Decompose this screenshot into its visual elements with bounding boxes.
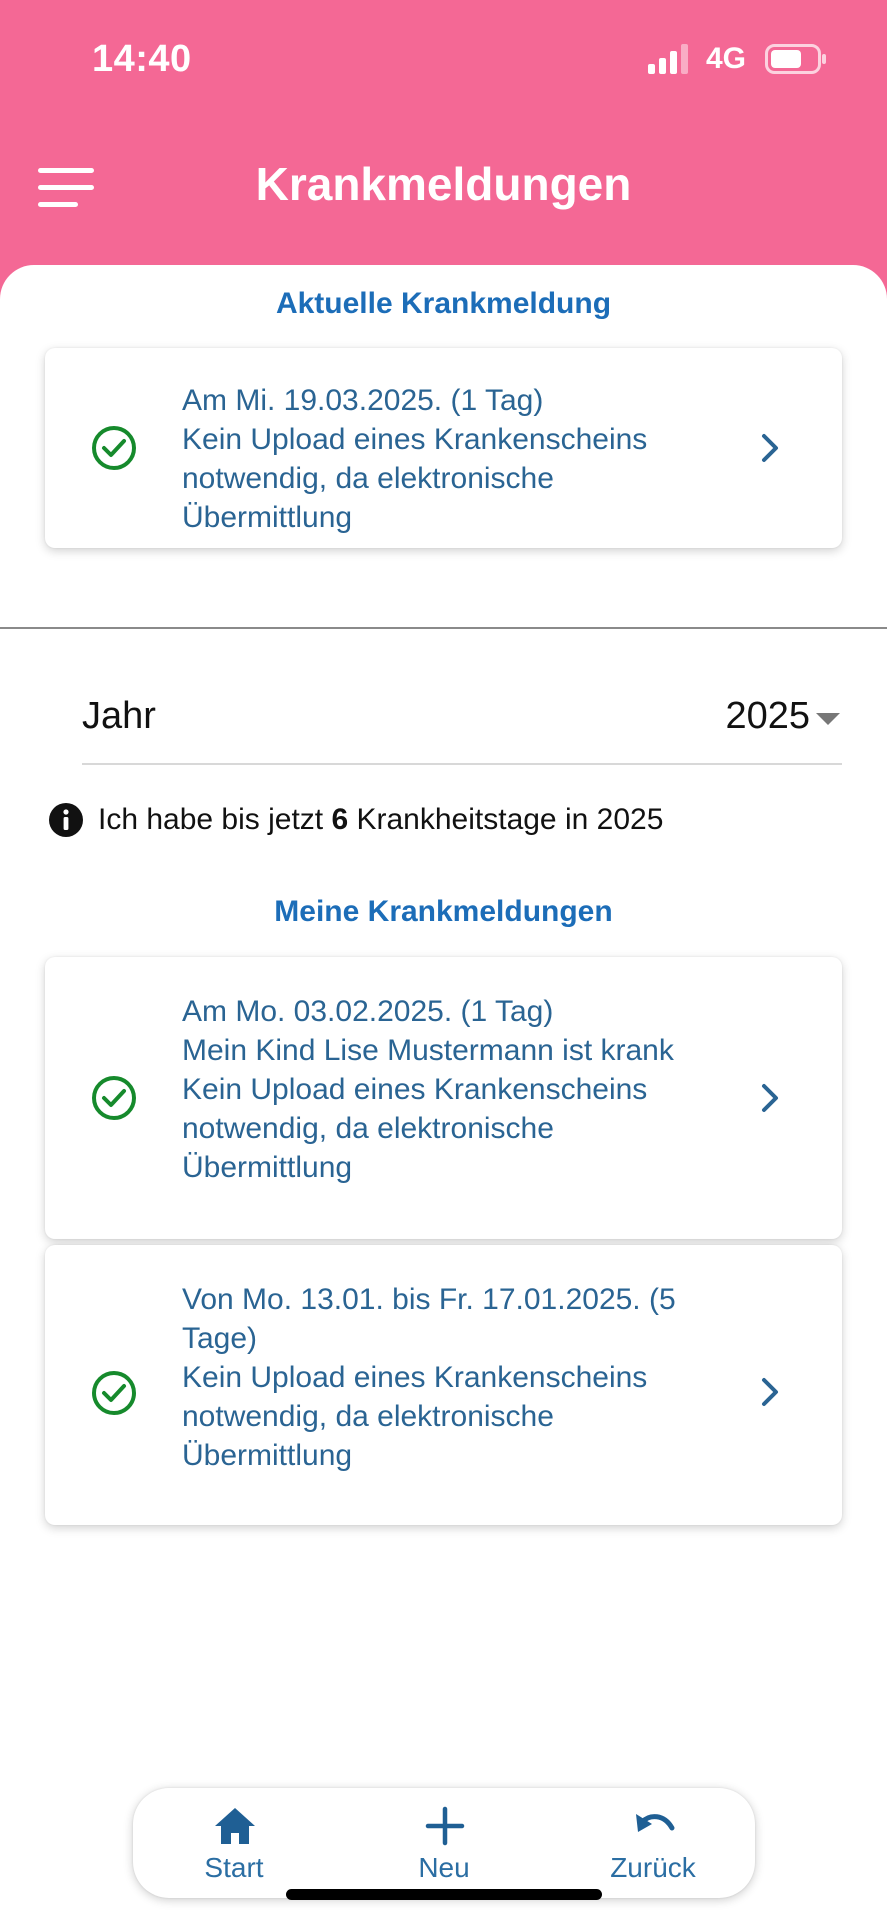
battery-icon [765, 44, 826, 74]
sick-days-count: 6 [331, 803, 349, 836]
info-prefix: Ich habe bis jetzt [98, 803, 332, 836]
sick-note-line: Übermittlung [182, 1151, 353, 1184]
status-bar: 14:40 4G [0, 0, 887, 120]
home-icon [215, 1808, 255, 1844]
sick-days-text: Ich habe bis jetzt 6 Krankheitstage in 2… [98, 803, 663, 837]
undo-icon [636, 1814, 675, 1832]
sick-note-line: Von Mo. 13.01. bis Fr. 17.01.2025. (5 [182, 1283, 676, 1316]
nav-back-label: Zurück [610, 1852, 696, 1883]
nav-new-label: Neu [418, 1852, 470, 1883]
sick-note-card[interactable]: Von Mo. 13.01. bis Fr. 17.01.2025. (5 Ta… [45, 1245, 842, 1525]
section-divider [0, 627, 887, 629]
sick-note-line: Kein Upload eines Krankenscheins [182, 423, 648, 456]
network-type: 4G [706, 42, 747, 75]
bottom-navigation: Start Neu Zurück [133, 1788, 755, 1898]
nav-new-button[interactable]: Neu [354, 1788, 534, 1898]
check-circle-icon [92, 1076, 136, 1120]
app-header: 14:40 4G Krankmeldungen [0, 0, 887, 300]
sick-note-line: Übermittlung [182, 1439, 353, 1472]
check-circle-icon [92, 1371, 136, 1415]
sick-note-line: notwendig, da elektronische [182, 462, 554, 495]
sick-note-line: Übermittlung [182, 501, 353, 534]
info-icon [49, 803, 83, 837]
check-circle-icon [92, 426, 136, 470]
chevron-right-icon [762, 1378, 778, 1406]
current-sick-note-heading: Aktuelle Krankmeldung [275, 287, 612, 320]
info-suffix: Krankheitstage in 2025 [348, 803, 664, 836]
year-select[interactable]: 2025 [725, 695, 810, 738]
sick-note-line: Am Mo. 03.02.2025. (1 Tag) [182, 995, 554, 1028]
status-time: 14:40 [92, 38, 192, 80]
year-filter[interactable]: Jahr 2025 [82, 675, 842, 765]
sick-note-line: Am Mi. 19.03.2025. (1 Tag) [182, 384, 544, 417]
sick-note-text: Von Mo. 13.01. bis Fr. 17.01.2025. (5 Ta… [182, 1280, 772, 1475]
signal-strength-icon [648, 44, 688, 74]
year-label: Jahr [82, 695, 156, 737]
page-title: Krankmeldungen [255, 158, 632, 210]
sick-note-line: Mein Kind Lise Mustermann ist krank [182, 1034, 674, 1067]
sick-note-line: Kein Upload eines Krankenscheins [182, 1361, 648, 1394]
main-content: Aktuelle Krankmeldung Am Mi. 19.03.2025.… [0, 265, 887, 1920]
sick-note-line: notwendig, da elektronische [182, 1400, 554, 1433]
nav-start-label: Start [204, 1852, 264, 1883]
plus-icon [425, 1806, 465, 1846]
sick-note-text: Am Mo. 03.02.2025. (1 Tag) Mein Kind Lis… [182, 992, 772, 1187]
sick-note-text: Am Mi. 19.03.2025. (1 Tag) Kein Upload e… [182, 381, 772, 537]
current-sick-note-card[interactable]: Am Mi. 19.03.2025. (1 Tag) Kein Upload e… [45, 348, 842, 548]
sick-days-info: Ich habe bis jetzt 6 Krankheitstage in 2… [48, 800, 848, 840]
sick-note-line: notwendig, da elektronische [182, 1112, 554, 1145]
nav-start-button[interactable]: Start [144, 1788, 324, 1898]
nav-back-button[interactable]: Zurück [563, 1788, 743, 1898]
sick-note-card[interactable]: Am Mo. 03.02.2025. (1 Tag) Mein Kind Lis… [45, 957, 842, 1239]
chevron-right-icon [762, 1084, 778, 1112]
home-indicator [286, 1889, 602, 1900]
sick-note-line: Tage) [182, 1322, 258, 1355]
sick-note-line: Kein Upload eines Krankenscheins [182, 1073, 648, 1106]
dropdown-arrow-icon [816, 713, 840, 725]
chevron-right-icon [762, 434, 778, 462]
my-sick-notes-heading: Meine Krankmeldungen [274, 895, 613, 928]
